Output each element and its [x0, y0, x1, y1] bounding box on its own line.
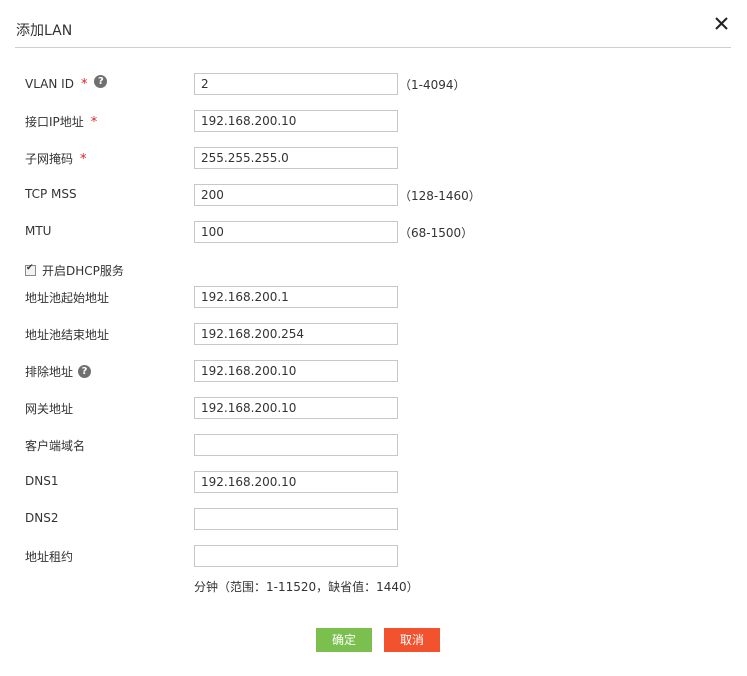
- dns1-row: DNS1: [0, 471, 747, 495]
- lease-label: 地址租约: [25, 550, 74, 564]
- lease-row: 地址租约: [0, 545, 747, 569]
- tcp-mss-label: TCP MSS: [25, 187, 77, 201]
- mtu-range-hint: （68-1500）: [399, 226, 474, 240]
- subnet-mask-label: 子网掩码: [25, 152, 74, 166]
- pool-end-row: 地址池结束地址: [0, 323, 747, 347]
- dns2-input[interactable]: [194, 508, 398, 530]
- vlan-id-label-group: VLAN ID * ?: [25, 75, 108, 92]
- interface-ip-row: 接口IP地址 *: [0, 110, 747, 134]
- subnet-mask-label-group: 子网掩码 *: [25, 150, 87, 167]
- pool-end-label: 地址池结束地址: [25, 328, 110, 342]
- client-domain-label: 客户端域名: [25, 439, 86, 453]
- tcp-mss-input[interactable]: [194, 184, 398, 206]
- tcp-mss-row: TCP MSS （128-1460）: [0, 184, 747, 208]
- dhcp-enable-row: ✔ 开启DHCP服务: [25, 262, 124, 279]
- tcp-mss-range-hint: （128-1460）: [399, 189, 481, 203]
- dns1-label: DNS1: [25, 474, 59, 488]
- exclude-row: 排除地址 ?: [0, 360, 747, 384]
- pool-start-row: 地址池起始地址: [0, 286, 747, 310]
- cancel-button[interactable]: 取消: [384, 628, 440, 652]
- vlan-id-row: VLAN ID * ? （1-4094）: [0, 73, 747, 97]
- dialog-title: 添加LAN: [16, 23, 73, 39]
- required-star: *: [80, 77, 88, 92]
- subnet-mask-input[interactable]: [194, 147, 398, 169]
- gateway-label: 网关地址: [25, 402, 74, 416]
- client-domain-input[interactable]: [194, 434, 398, 456]
- lease-input[interactable]: [194, 545, 398, 567]
- vlan-id-input[interactable]: [194, 73, 398, 95]
- question-circle-icon[interactable]: ?: [78, 365, 92, 378]
- close-icon[interactable]: [712, 14, 732, 34]
- dns1-input[interactable]: [194, 471, 398, 493]
- dhcp-enable-checkbox[interactable]: ✔: [25, 263, 36, 276]
- dns2-label: DNS2: [25, 511, 59, 525]
- interface-ip-label: 接口IP地址: [25, 115, 84, 129]
- interface-ip-input[interactable]: [194, 110, 398, 132]
- confirm-button[interactable]: 确定: [316, 628, 372, 652]
- question-circle-icon[interactable]: ?: [94, 75, 108, 88]
- required-star: *: [90, 115, 98, 130]
- dhcp-enable-label: 开启DHCP服务: [42, 264, 124, 278]
- pool-start-input[interactable]: [194, 286, 398, 308]
- client-domain-row: 客户端域名: [0, 434, 747, 458]
- pool-end-input[interactable]: [194, 323, 398, 345]
- subnet-mask-row: 子网掩码 *: [0, 147, 747, 171]
- vlan-id-range-hint: （1-4094）: [399, 78, 466, 92]
- exclude-input[interactable]: [194, 360, 398, 382]
- lease-range-hint: 分钟（范围：1-11520，缺省值：1440）: [194, 580, 419, 594]
- pool-start-label: 地址池起始地址: [25, 291, 110, 305]
- mtu-input[interactable]: [194, 221, 398, 243]
- vlan-id-label: VLAN ID: [25, 76, 74, 91]
- exclude-label: 排除地址: [25, 365, 74, 379]
- gateway-input[interactable]: [194, 397, 398, 419]
- exclude-label-group: 排除地址 ?: [25, 363, 92, 380]
- checkbox-icon: ✔: [26, 263, 34, 273]
- mtu-row: MTU （68-1500）: [0, 221, 747, 245]
- add-lan-dialog: 添加LAN VLAN ID * ? （1-4094） 接口IP地址 * 子网掩码…: [0, 0, 747, 676]
- interface-ip-label-group: 接口IP地址 *: [25, 113, 97, 130]
- dns2-row: DNS2: [0, 508, 747, 532]
- mtu-label: MTU: [25, 224, 52, 238]
- title-divider: [15, 47, 731, 48]
- required-star: *: [80, 152, 87, 167]
- gateway-row: 网关地址: [0, 397, 747, 421]
